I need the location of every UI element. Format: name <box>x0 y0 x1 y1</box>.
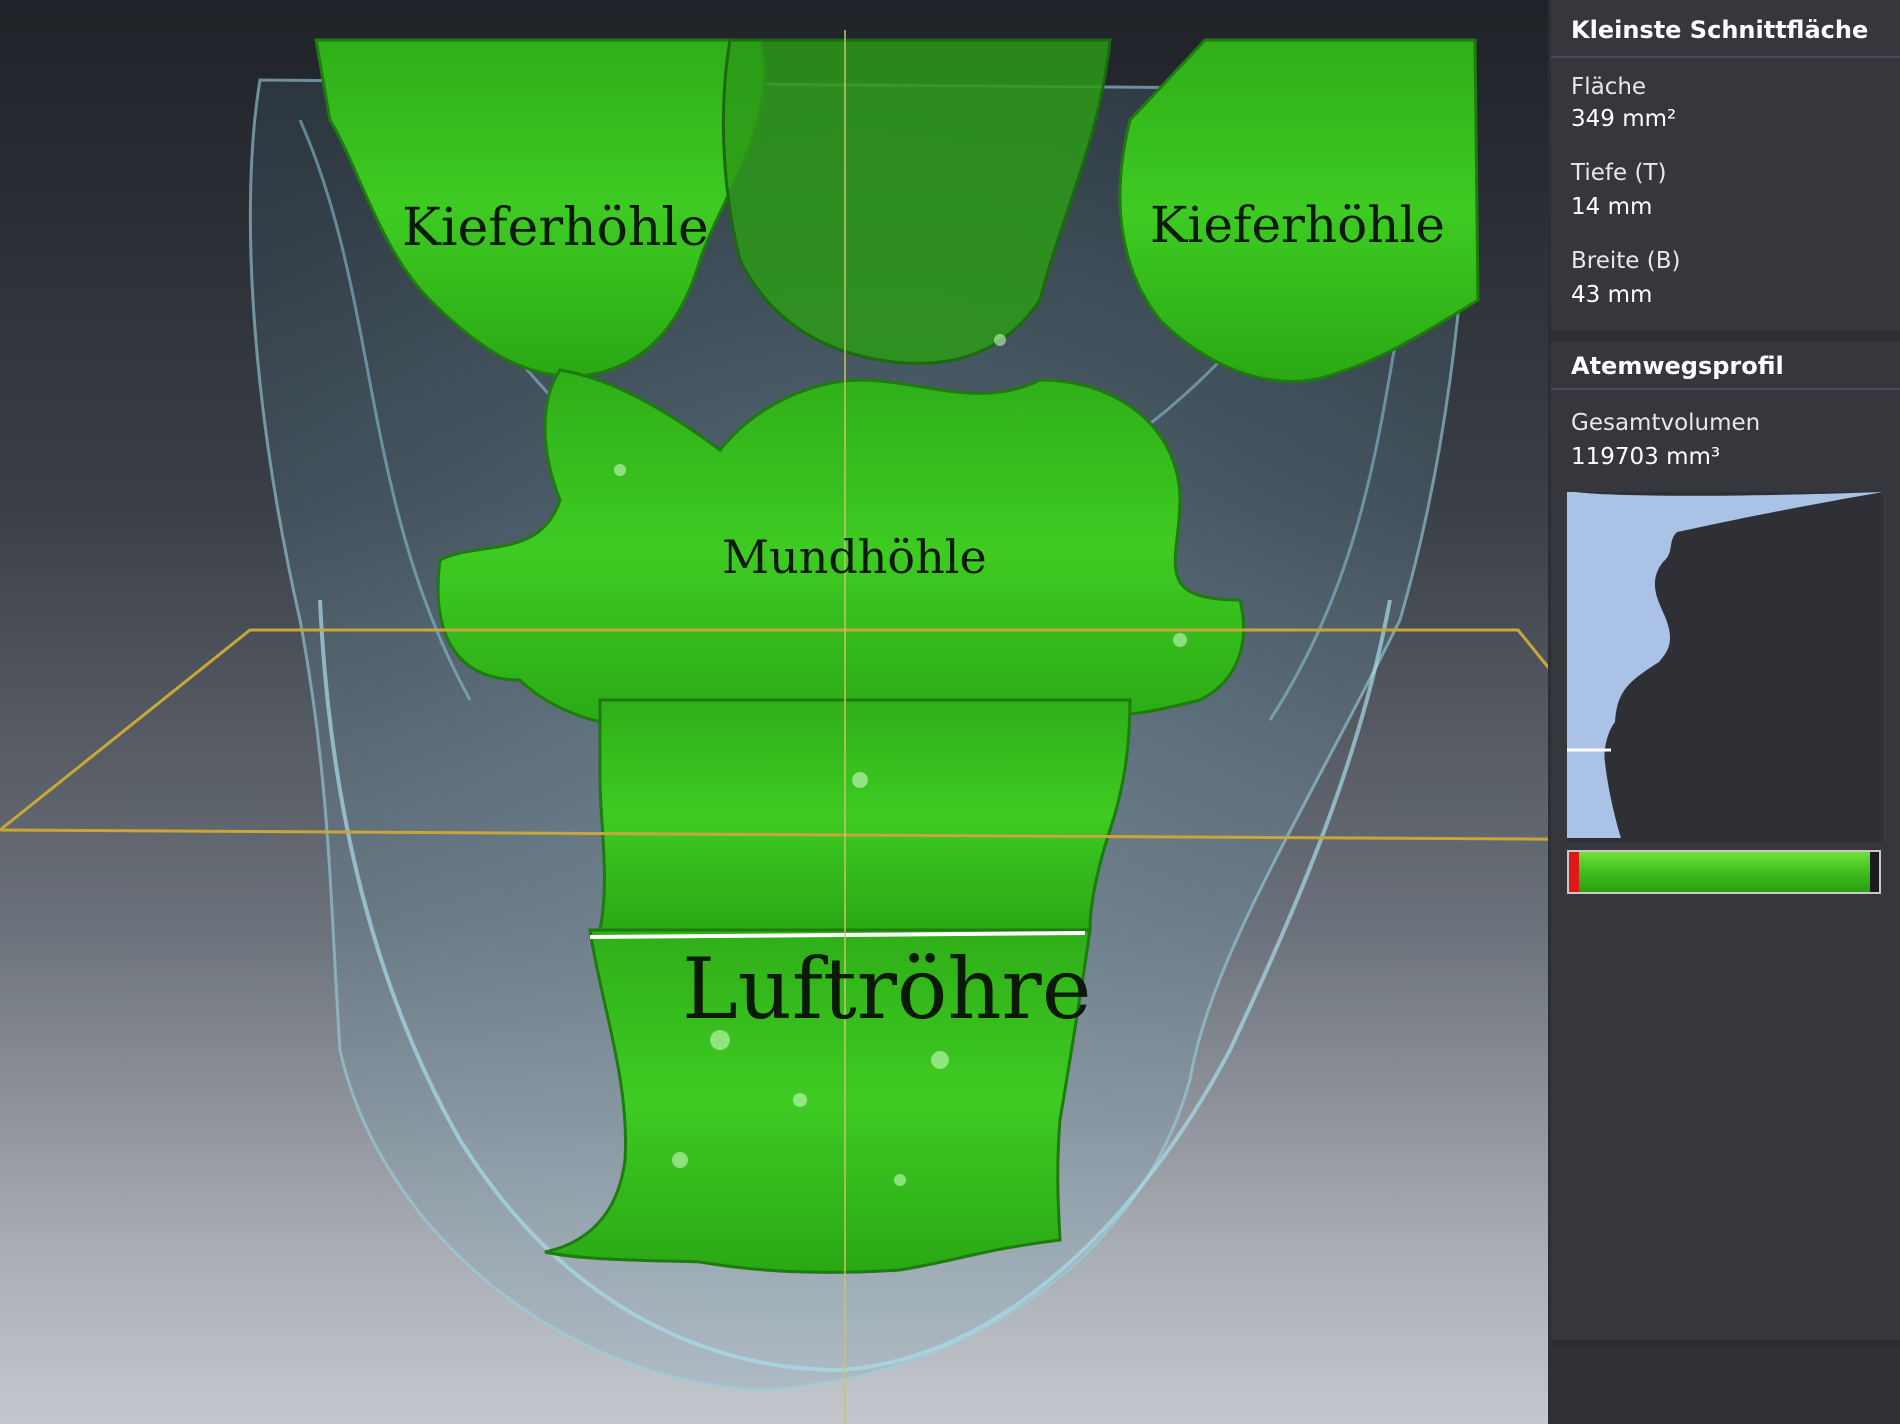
area-label: Fläche <box>1571 74 1647 100</box>
label-trachea: Luftröhre <box>682 940 1092 1038</box>
width-value: 43 mm <box>1571 282 1653 308</box>
panel-footer <box>1551 1348 1900 1424</box>
indicator-ok-segment <box>1579 852 1870 892</box>
indicator-low-segment <box>1569 852 1579 892</box>
3d-viewport[interactable]: Kieferhöhle Kieferhöhle Mundhöhle Luftrö… <box>0 0 1548 1424</box>
area-value: 349 mm² <box>1571 106 1677 132</box>
info-panel: Kleinste Schnittfläche Fläche 349 mm² Ti… <box>1548 0 1900 1424</box>
divider <box>1551 388 1900 390</box>
smallest-section-box: Kleinste Schnittfläche Fläche 349 mm² Ti… <box>1551 0 1900 330</box>
label-maxillary-sinus-right: Kieferhöhle <box>1150 196 1446 254</box>
smallest-section-title: Kleinste Schnittfläche <box>1571 16 1869 44</box>
total-volume-value: 119703 mm³ <box>1571 444 1721 470</box>
airway-profile-box: Atemwegsprofil Gesamtvolumen 119703 mm³ <box>1551 342 1900 1340</box>
total-volume-label: Gesamtvolumen <box>1571 410 1761 436</box>
airway-indicator-bar <box>1567 850 1881 894</box>
depth-value: 14 mm <box>1571 194 1653 220</box>
airway-profile-title: Atemwegsprofil <box>1571 352 1784 380</box>
width-label: Breite (B) <box>1571 248 1681 274</box>
pharynx <box>598 698 1132 932</box>
divider <box>1551 56 1900 58</box>
airway-profile-graph[interactable] <box>1567 492 1883 842</box>
depth-label: Tiefe (T) <box>1571 160 1667 186</box>
label-maxillary-sinus-left: Kieferhöhle <box>402 198 709 258</box>
label-oral-cavity: Mundhöhle <box>722 530 987 584</box>
